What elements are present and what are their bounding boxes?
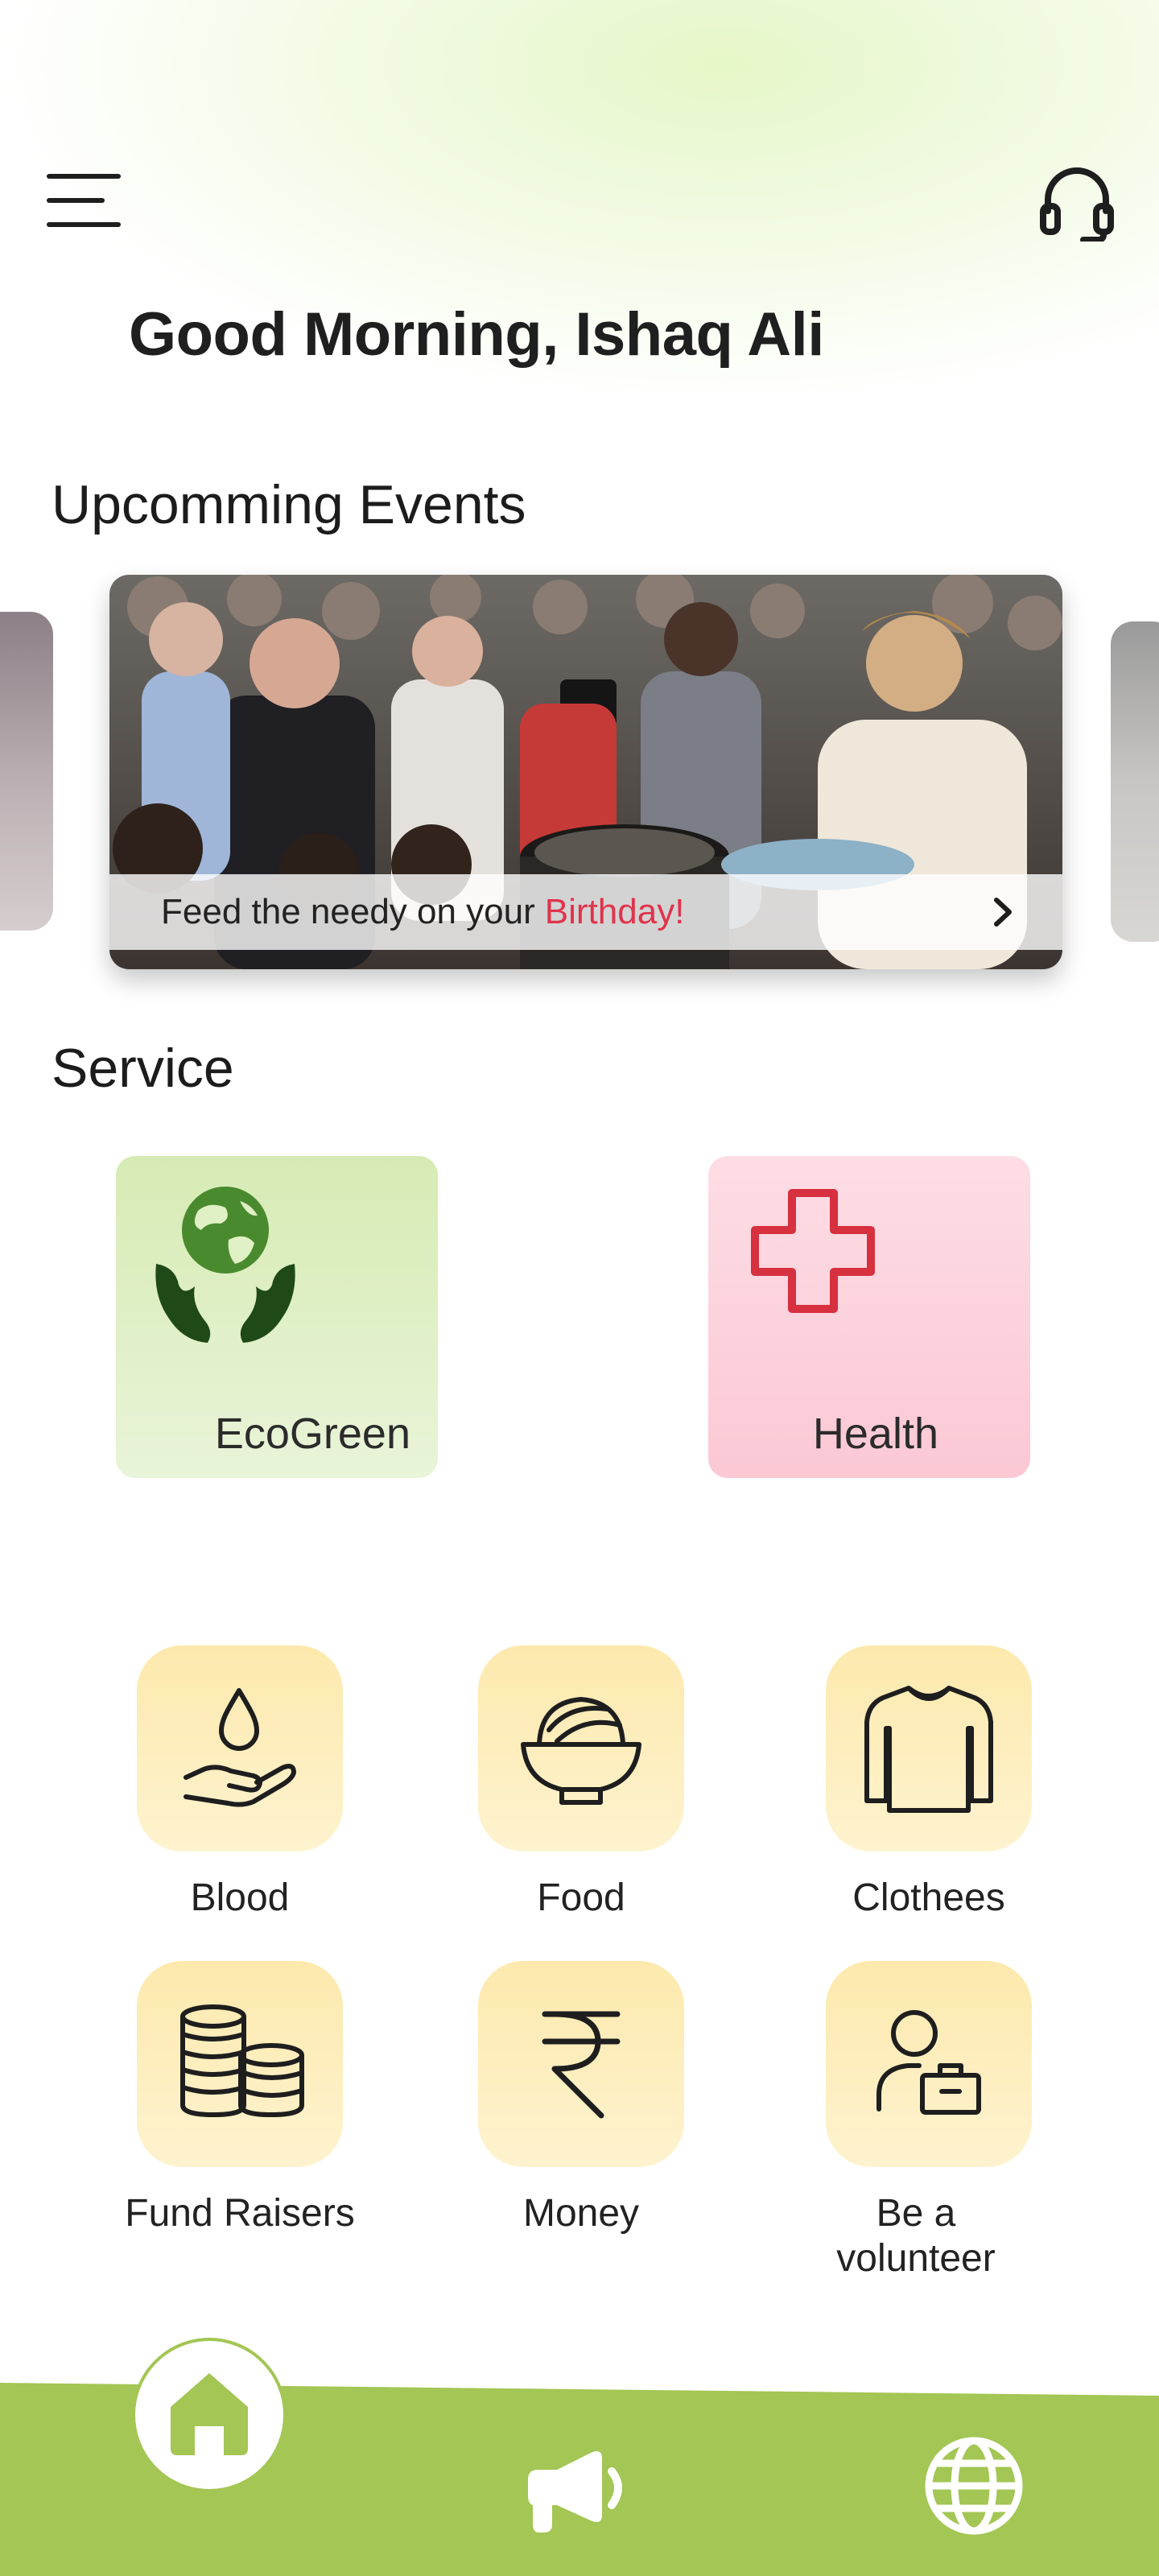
service-tile-blood[interactable]: Blood	[119, 1645, 361, 1921]
medical-cross-icon	[751, 1189, 875, 1313]
megaphone-icon	[528, 2451, 622, 2533]
sweater-icon	[864, 1686, 993, 1813]
service-card-ecogreen[interactable]: EcoGreen	[116, 1156, 438, 1478]
hamburger-menu-icon[interactable]	[47, 171, 121, 229]
food-bowl-icon	[521, 1696, 641, 1805]
nav-home-button[interactable]	[130, 2336, 288, 2494]
service-tile-label: Fund Raisers	[125, 2192, 355, 2235]
service-tile-volunteer[interactable]: Be a volunteer	[808, 1961, 1050, 2281]
coins-stack-icon	[180, 2004, 304, 2118]
globe-icon	[925, 2437, 1023, 2535]
service-card-health[interactable]: Health	[708, 1156, 1030, 1478]
headset-icon[interactable]	[1038, 161, 1116, 243]
service-tile-label: Be a volunteer	[836, 2192, 996, 2280]
service-tile-money[interactable]: Money	[460, 1961, 702, 2236]
service-tile-label: Food	[537, 1876, 625, 1919]
event-caption: Feed the needy on your Birthday!	[109, 874, 1062, 950]
service-tile-label: Blood	[190, 1876, 290, 1919]
service-section-title: Service	[52, 1038, 234, 1099]
service-tile-food[interactable]: Food	[460, 1645, 702, 1921]
service-tile-clothes[interactable]: Clothees	[808, 1645, 1050, 1921]
home-icon	[132, 2338, 287, 2492]
service-card-label: Health	[812, 1410, 938, 1458]
service-tile-label: Money	[522, 2192, 640, 2235]
service-tile-label: Clothees	[852, 1876, 1005, 1919]
nav-globe-button[interactable]	[922, 2434, 1025, 2537]
event-card-next[interactable]	[1111, 621, 1159, 942]
service-card-label: EcoGreen	[214, 1410, 410, 1458]
nav-announcements-button[interactable]	[525, 2447, 634, 2536]
globe-in-hands-icon	[155, 1187, 295, 1343]
event-card-previous[interactable]	[0, 612, 53, 931]
blood-drop-hand-icon	[184, 1688, 296, 1807]
event-caption-text: Feed the needy on your	[161, 892, 535, 931]
rupee-icon	[542, 2011, 621, 2119]
events-section-title: Upcomming Events	[52, 474, 526, 535]
service-tile-fund-raisers[interactable]: Fund Raisers	[119, 1961, 361, 2236]
volunteer-icon	[876, 2010, 981, 2115]
event-caption-highlight: Birthday!	[544, 892, 685, 931]
header-background	[0, 0, 1159, 499]
chevron-right-icon[interactable]	[988, 895, 1017, 929]
greeting-title: Good Morning, Ishaq Ali	[129, 300, 824, 369]
featured-event-card[interactable]: Feed the needy on your Birthday!	[109, 575, 1062, 969]
